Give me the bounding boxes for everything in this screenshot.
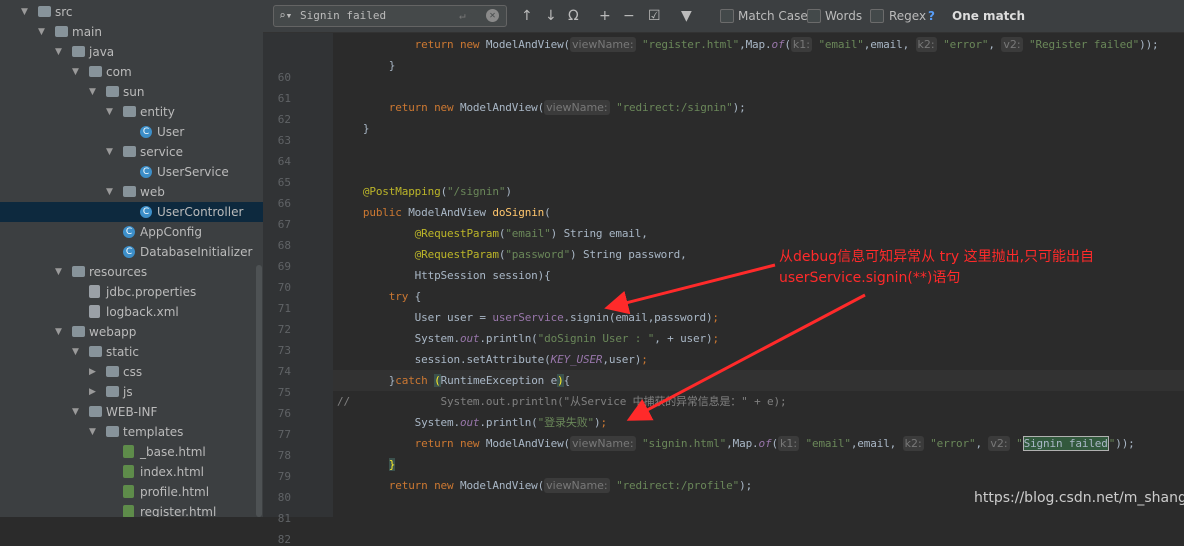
arrow-to-signin	[604, 263, 776, 315]
arrow-to-println	[626, 293, 866, 421]
line-number: 82	[277, 533, 291, 546]
annotation-arrows	[604, 263, 866, 421]
